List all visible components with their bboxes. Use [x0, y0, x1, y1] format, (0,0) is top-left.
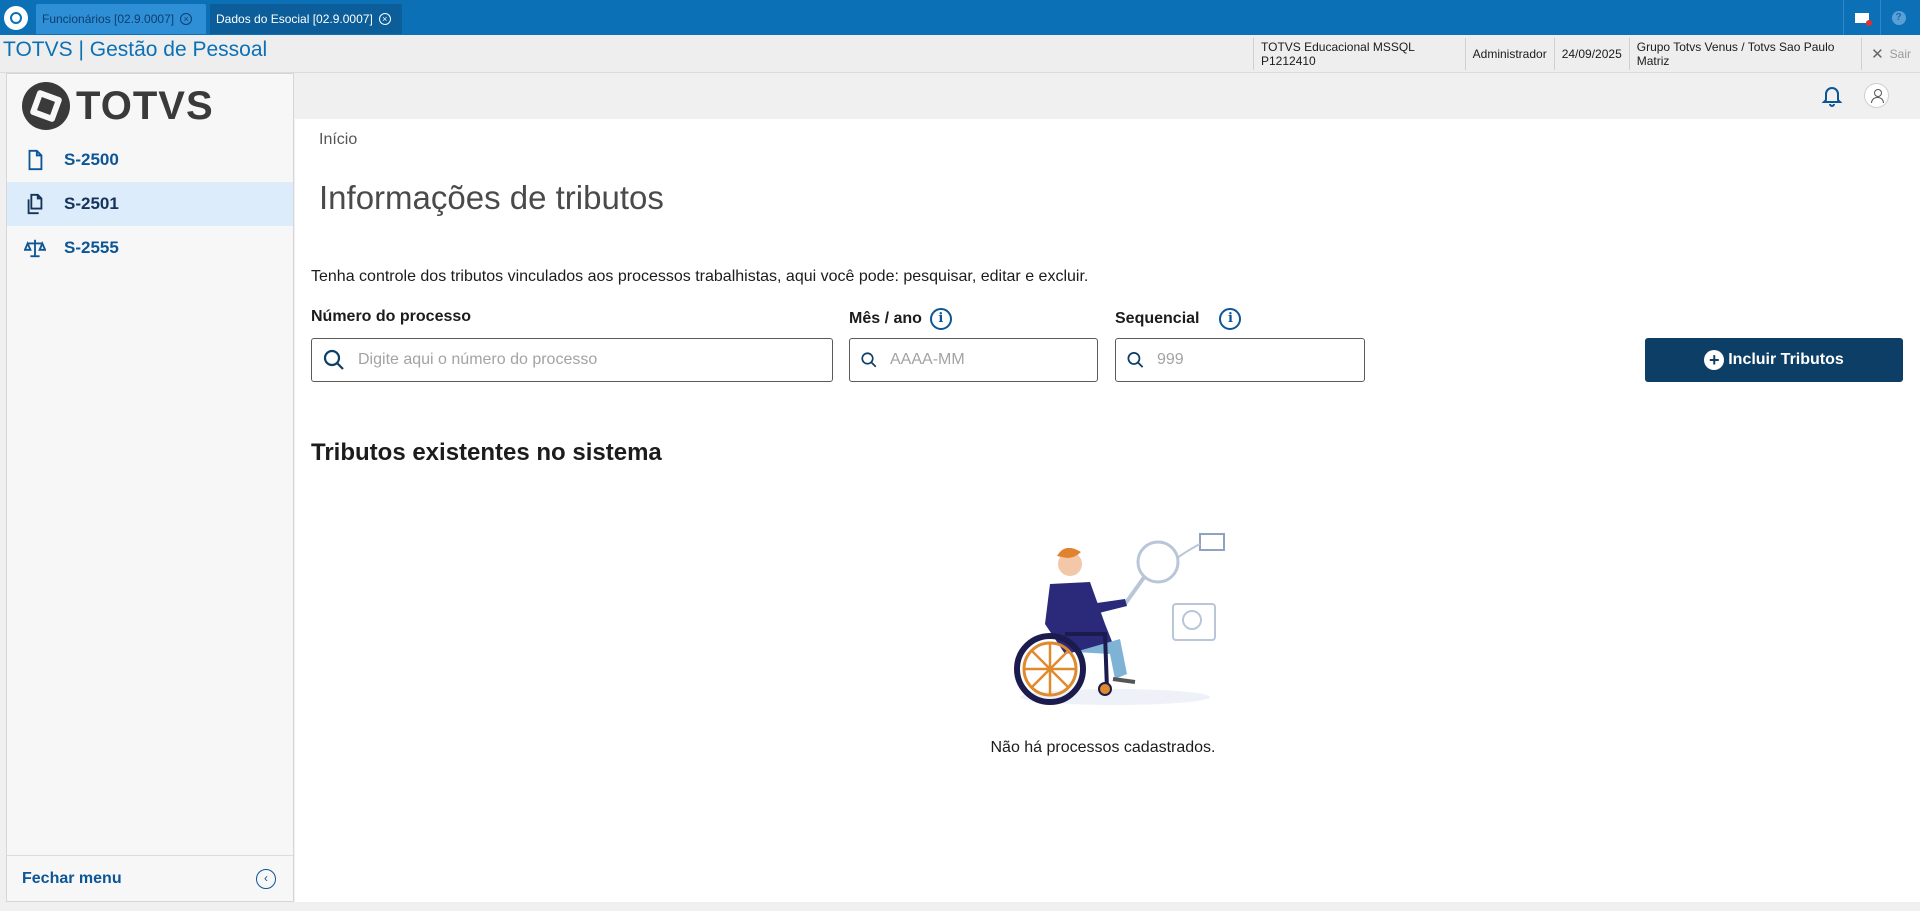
search-icon: [861, 352, 877, 368]
tab-funcionarios[interactable]: Funcionários [02.9.0007] ×: [36, 4, 206, 34]
help-button[interactable]: ?: [1880, 0, 1916, 35]
field-label-text: Sequencial: [1115, 310, 1200, 327]
main-toolbar: [295, 73, 1920, 119]
app-title: TOTVS | Gestão de Pessoal: [3, 38, 268, 61]
close-menu-label: Fechar menu: [22, 869, 122, 887]
sequential-field[interactable]: [1115, 338, 1365, 382]
exit-button[interactable]: ✕ Sair: [1861, 38, 1920, 70]
sequential-label: Sequencial i: [1115, 308, 1242, 330]
plus-icon: +: [1704, 350, 1725, 370]
info-icon[interactable]: i: [1219, 308, 1242, 330]
page-description: Tenha controle dos tributos vinculados a…: [311, 268, 1089, 285]
tab-label: Funcionários [02.9.0007]: [42, 12, 175, 26]
search-icon: [323, 349, 344, 370]
totvs-logo-icon: [22, 82, 70, 130]
exit-label: Sair: [1889, 47, 1911, 61]
sidebar-item-s2500[interactable]: S-2500: [7, 138, 293, 182]
copy-documents-icon: [27, 193, 43, 215]
month-year-label: Mês / ano i: [849, 308, 952, 330]
process-number-label: Número do processo: [311, 308, 471, 326]
breadcrumb[interactable]: Início: [319, 131, 357, 149]
close-icon[interactable]: ×: [180, 13, 193, 25]
sidebar: TOTVS S-2500 S-2501 S-2555 Fechar menu ‹: [6, 73, 294, 902]
close-menu-button[interactable]: Fechar menu ‹: [7, 855, 293, 901]
user-info: Administrador: [1464, 38, 1554, 70]
sequential-input[interactable]: [1157, 351, 1364, 369]
info-icon[interactable]: i: [929, 308, 952, 330]
field-label-text: Número do processo: [311, 308, 472, 325]
process-number-input[interactable]: [358, 351, 832, 369]
field-label-text: Mês / ano: [849, 310, 922, 327]
sidebar-item-label: S-2501: [64, 194, 119, 213]
empty-state-message: Não há processos cadastrados.: [990, 739, 1216, 756]
tab-label: Dados do Esocial [02.9.0007]: [216, 12, 373, 26]
brand-logo: TOTVS: [22, 81, 214, 131]
search-icon: [1127, 352, 1144, 368]
brand-name: TOTVS: [76, 83, 214, 128]
session-info: TOTVS Educacional MSSQL P1212410 Adminis…: [1253, 38, 1920, 70]
company-info: Grupo Totvs Venus / Totvs Sao Paulo Matr…: [1628, 38, 1861, 70]
window-tab-bar: Funcionários [02.9.0007] × Dados do Esoc…: [0, 0, 1920, 35]
user-avatar-icon[interactable]: [1864, 83, 1889, 108]
sidebar-item-label: S-2500: [64, 150, 119, 169]
sidebar-item-s2555[interactable]: S-2555: [7, 226, 293, 270]
month-year-field[interactable]: [849, 338, 1098, 382]
chevron-left-icon[interactable]: ‹: [256, 868, 276, 889]
help-icon: ?: [1891, 10, 1906, 25]
add-tributes-button[interactable]: + Incluir Tributos: [1645, 338, 1903, 382]
notification-bell-icon[interactable]: [1820, 84, 1844, 108]
date-info: 24/09/2025: [1553, 38, 1629, 70]
balance-scale-icon: [24, 239, 46, 258]
main-content: Início Informações de tributos Tenha con…: [295, 119, 1920, 902]
add-button-label: Incluir Tributos: [1728, 351, 1844, 368]
section-title: Tributos existentes no sistema: [311, 439, 662, 466]
messages-button[interactable]: [1843, 0, 1879, 35]
sidebar-item-label: S-2555: [64, 238, 119, 257]
empty-state-illustration: [1014, 533, 1225, 705]
environment-info: TOTVS Educacional MSSQL P1212410: [1253, 38, 1465, 70]
app-header: TOTVS | Gestão de Pessoal TOTVS Educacio…: [0, 35, 1920, 73]
page-title: Informações de tributos: [319, 179, 664, 216]
close-icon: ✕: [1871, 46, 1884, 63]
app-logo-icon: [4, 6, 28, 30]
sidebar-nav: S-2500 S-2501 S-2555: [7, 138, 293, 270]
sidebar-item-s2501[interactable]: S-2501: [7, 182, 293, 226]
close-icon[interactable]: ×: [378, 13, 391, 25]
process-number-field[interactable]: [311, 338, 833, 382]
tab-dados-esocial[interactable]: Dados do Esocial [02.9.0007] ×: [210, 4, 402, 34]
mail-icon: [1854, 12, 1872, 26]
month-year-input[interactable]: [890, 351, 1097, 369]
document-icon: [28, 149, 43, 171]
